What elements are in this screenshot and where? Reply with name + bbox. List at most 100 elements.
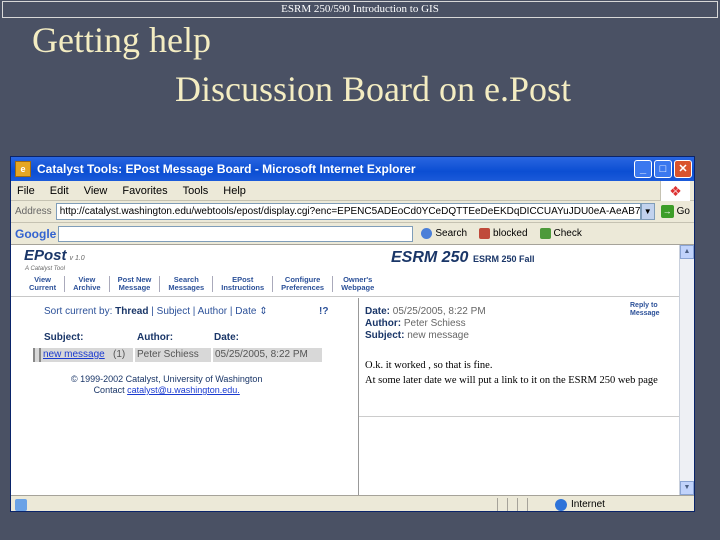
cell-divider [133, 348, 135, 362]
status-pane [517, 497, 527, 511]
menu-file[interactable]: File [17, 185, 35, 197]
nav-view-current[interactable]: View Current [25, 276, 66, 292]
message-divider [359, 416, 681, 417]
reply-line: Message [630, 310, 660, 317]
nav-owners-webpage[interactable]: Owner's Webpage [333, 276, 382, 292]
contact-label: Contact [93, 385, 125, 395]
nav-search-messages[interactable]: Search Messages [160, 276, 214, 292]
epost-logo-text: EPost [24, 247, 67, 264]
security-zone: Internet [555, 498, 605, 511]
search-icon [421, 228, 433, 239]
maximize-button[interactable]: □ [654, 160, 672, 178]
page-status-icon [15, 498, 27, 511]
internet-globe-icon [555, 498, 567, 511]
status-panes [497, 497, 537, 511]
epost-header: EPost v 1.0 A Catalyst Tool ESRM 250 ESRM… [11, 245, 681, 297]
date-value: 05/25/2005, 8:22 PM [392, 306, 486, 317]
nav-line: Instructions [221, 283, 265, 292]
status-pane [507, 497, 517, 511]
status-pane [527, 497, 537, 511]
nav-configure-preferences[interactable]: Configure Preferences [273, 276, 334, 292]
nav-line: Webpage [341, 283, 375, 292]
status-pane [497, 497, 507, 511]
browser-window: e Catalyst Tools: EPost Message Board - … [10, 156, 695, 512]
sort-separator: | [229, 306, 233, 317]
slide-header: ESRM 250/590 Introduction to GIS [2, 1, 718, 18]
sort-bar: Sort current by: Thread | Subject | Auth… [44, 306, 268, 317]
google-search-input[interactable] [58, 225, 414, 242]
popup-blocked-button[interactable]: blocked [479, 228, 528, 239]
sort-thread-link[interactable]: Thread [115, 306, 148, 317]
menu-view[interactable]: View [84, 185, 108, 197]
epost-logo[interactable]: EPost v 1.0 [24, 247, 85, 264]
scroll-down-icon[interactable]: ▼ [680, 481, 694, 495]
subject-value: new message [407, 330, 469, 341]
course-code: ESRM 250 [391, 249, 469, 266]
message-list-pane: Sort current by: Thread | Subject | Auth… [11, 298, 354, 495]
message-body-line: O.k. it worked , so that is fine. [365, 360, 493, 371]
popup-blocker-icon [479, 228, 491, 239]
google-search-button[interactable]: Search [421, 228, 467, 239]
copyright-text: © 1999-2002 Catalyst, University of Wash… [71, 374, 263, 384]
sort-date-link[interactable]: Date [235, 306, 256, 317]
thread-indent-marker [33, 348, 41, 362]
nav-line: Message [118, 283, 151, 292]
go-arrow-icon: → [660, 205, 674, 218]
menu-bar: File Edit View Favorites Tools Help ❖ [11, 181, 694, 201]
address-bar: Address http://catalyst.washington.edu/w… [11, 201, 694, 223]
slide-subtitle: Discussion Board on e.Post [175, 69, 571, 109]
sort-order-icon[interactable]: ⇕ [259, 306, 267, 317]
message-subject-link[interactable]: new message [43, 349, 105, 360]
message-body-line: At some later date we will put a link to… [365, 375, 658, 386]
message-date: 05/25/2005, 8:22 PM [215, 349, 308, 360]
sort-separator: | [192, 306, 196, 317]
popup-blocked-label: blocked [493, 228, 528, 239]
message-body: O.k. it worked , so that is fine. At som… [365, 360, 665, 390]
cell-divider [211, 348, 213, 362]
google-logo[interactable]: Google [15, 227, 56, 241]
nav-epost-instructions[interactable]: EPost Instructions [213, 276, 274, 292]
contact-line: Contact catalyst@u.washington.edu. [71, 385, 262, 396]
reply-line: Reply to [630, 302, 658, 309]
spell-check-label: Check [553, 228, 582, 239]
close-button[interactable]: ✕ [674, 160, 692, 178]
address-url: http://catalyst.washington.edu/webtools/… [59, 206, 641, 217]
contact-email-link[interactable]: catalyst@u.washington.edu. [127, 385, 240, 395]
scroll-up-icon[interactable]: ▲ [680, 245, 694, 259]
spellcheck-icon [539, 228, 551, 239]
message-author-line: Author: Peter Schiess [365, 318, 486, 330]
sort-author-link[interactable]: Author [198, 306, 227, 317]
minimize-button[interactable]: _ [634, 160, 652, 178]
message-date-line: Date: 05/25/2005, 8:22 PM [365, 306, 486, 318]
menu-help[interactable]: Help [223, 185, 246, 197]
nav-line: Archive [73, 283, 101, 292]
window-title: Catalyst Tools: EPost Message Board - Mi… [37, 162, 416, 176]
go-label: Go [676, 206, 690, 217]
reply-to-message-link[interactable]: Reply to Message [630, 302, 660, 318]
subject-label: Subject: [365, 330, 405, 341]
message-detail-pane: Date: 05/25/2005, 8:22 PM Author: Peter … [358, 298, 681, 495]
menu-tools[interactable]: Tools [183, 185, 209, 197]
nav-view-archive[interactable]: View Archive [65, 276, 110, 292]
address-dropdown-icon[interactable]: ▼ [640, 203, 655, 220]
address-input[interactable]: http://catalyst.washington.edu/webtools/… [55, 203, 641, 220]
spell-check-button[interactable]: Check [539, 228, 582, 239]
windows-logo-icon: ❖ [660, 181, 690, 201]
table-row[interactable]: new message (1) Peter Schiess 05/25/2005… [33, 348, 322, 362]
status-bar: Internet [11, 495, 694, 511]
message-author: Peter Schiess [137, 349, 199, 360]
message-subject-line: Subject: new message [365, 330, 486, 342]
column-author: Author: [137, 332, 174, 343]
window-titlebar[interactable]: e Catalyst Tools: EPost Message Board - … [11, 157, 694, 181]
go-button[interactable]: → Go [660, 205, 690, 218]
date-label: Date: [365, 306, 391, 317]
google-toolbar: Google Search blocked Check [11, 223, 694, 245]
copyright-notice: © 1999-2002 Catalyst, University of Wash… [71, 374, 262, 396]
vertical-scrollbar[interactable]: ▲ ▼ [679, 245, 694, 495]
sort-subject-link[interactable]: Subject [157, 306, 190, 317]
nav-post-new-message[interactable]: Post New Message [110, 276, 161, 292]
nav-line: Current [29, 283, 57, 292]
help-icon[interactable]: !? [319, 306, 328, 317]
menu-edit[interactable]: Edit [50, 185, 69, 197]
menu-favorites[interactable]: Favorites [122, 185, 167, 197]
